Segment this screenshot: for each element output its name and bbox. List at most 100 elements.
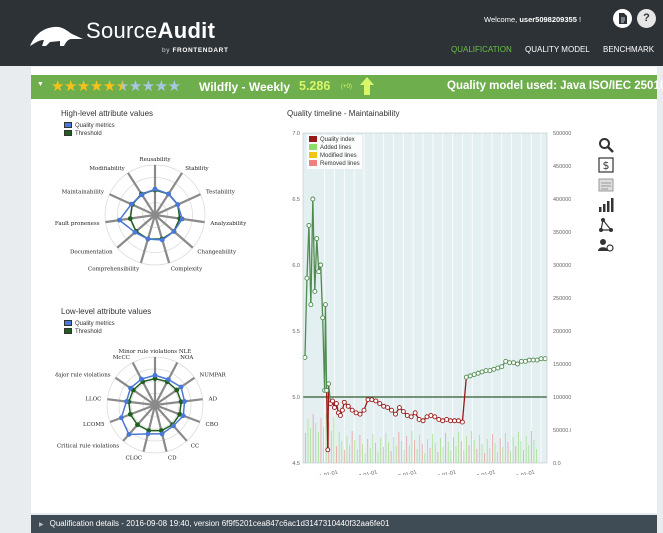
quality-index-point[interactable]	[412, 410, 418, 416]
quality-index-point[interactable]	[518, 358, 524, 364]
quality-index-point[interactable]	[349, 407, 355, 413]
quality-index-point[interactable]	[467, 373, 473, 379]
quality-index-point[interactable]	[456, 418, 461, 424]
quality-index-point[interactable]	[353, 410, 359, 416]
radar-axis-label: McCC	[113, 355, 130, 361]
quality-index-point[interactable]	[339, 407, 345, 413]
nav-quality-model[interactable]: QUALITY MODEL	[525, 45, 590, 54]
quality-index-point[interactable]	[522, 358, 528, 364]
quality-index-point[interactable]	[534, 357, 540, 363]
users-icon[interactable]	[598, 237, 614, 253]
expand-caret-icon[interactable]: ▶	[39, 522, 44, 528]
quality-index-point[interactable]	[341, 399, 347, 405]
quality-index-point[interactable]	[302, 354, 308, 360]
quality-index-point[interactable]	[325, 447, 331, 453]
quality-index-point[interactable]	[326, 381, 332, 387]
quality-index-point[interactable]	[495, 365, 501, 371]
quality-index-point[interactable]	[526, 357, 532, 363]
quality-index-point[interactable]	[487, 368, 493, 374]
network-icon[interactable]	[598, 217, 614, 233]
quality-index-point[interactable]	[515, 361, 520, 367]
summary-bar[interactable]: ▼ ★★★★★★★★★★ Wildfly - Weekly 5.286 (+0)…	[31, 75, 663, 99]
quality-index-point[interactable]	[310, 196, 316, 202]
quality-timeline-chart[interactable]: 4.5 5.0 5.5 6.0 6.5 7.0 0.0 50000.0 100000.0 1500…	[287, 125, 571, 475]
quality-index-point[interactable]	[511, 360, 516, 366]
report-icon[interactable]	[598, 177, 614, 193]
quality-index-point[interactable]	[436, 416, 442, 422]
quality-index-point[interactable]	[471, 372, 477, 378]
search-icon[interactable]	[598, 137, 614, 153]
logo[interactable]: SourceAudit by FRONTENDART	[28, 14, 268, 58]
quality-index-point[interactable]	[314, 236, 320, 242]
quality-index-point[interactable]	[332, 405, 337, 411]
quality-index-point[interactable]	[385, 405, 391, 411]
collapse-caret-icon[interactable]: ▼	[37, 81, 44, 88]
quality-index-point[interactable]	[491, 366, 497, 372]
quality-index-point[interactable]	[452, 418, 457, 424]
top-header: SourceAudit by FRONTENDART Welcome, user…	[0, 0, 663, 66]
quality-index-point[interactable]	[377, 401, 383, 407]
quality-index-point[interactable]	[389, 407, 394, 413]
activity-bar	[346, 436, 348, 463]
quality-index-point[interactable]	[334, 401, 339, 407]
quality-index-point[interactable]	[345, 403, 351, 409]
quality-index-point[interactable]	[308, 302, 314, 308]
legend-item-quality-metrics: Quality metrics	[64, 122, 115, 130]
quality-index-point[interactable]	[483, 368, 489, 374]
quality-index-point[interactable]	[320, 315, 326, 321]
quality-index-point[interactable]	[408, 414, 414, 420]
quality-index-point[interactable]	[507, 360, 513, 366]
quality-index-point[interactable]	[393, 411, 398, 417]
logo-subtitle: by FRONTENDART	[162, 47, 229, 54]
quality-index-point[interactable]	[440, 418, 446, 424]
help-button[interactable]: ?	[637, 9, 656, 28]
quality-index-point[interactable]	[404, 413, 410, 418]
quality-index-point[interactable]	[322, 302, 328, 308]
y2-tick-label: 150000.0	[553, 362, 571, 368]
quality-index-point[interactable]	[479, 369, 485, 375]
quality-index-point[interactable]	[448, 418, 454, 424]
quality-index-point[interactable]	[361, 407, 367, 413]
dollar-icon[interactable]: $	[598, 157, 614, 173]
quality-index-point[interactable]	[530, 357, 536, 363]
quality-index-point[interactable]	[381, 403, 387, 409]
quality-index-point[interactable]	[432, 414, 438, 420]
quality-index-point[interactable]	[316, 269, 322, 275]
quality-index-point[interactable]	[369, 397, 375, 403]
quality-index-point[interactable]	[416, 416, 422, 422]
quality-index-point[interactable]	[503, 358, 509, 364]
quality-index-point[interactable]	[304, 275, 310, 281]
quality-index-point[interactable]	[428, 413, 434, 418]
nav-benchmark[interactable]: BENCHMARK	[603, 45, 654, 54]
quality-index-point[interactable]	[499, 364, 505, 370]
radar-axis-label: CD	[168, 455, 177, 461]
quality-index-point[interactable]	[542, 356, 548, 362]
rating-star: ★	[141, 78, 155, 95]
quality-index-point[interactable]	[444, 416, 450, 422]
quality-index-point[interactable]	[337, 413, 343, 418]
quality-index-point[interactable]	[312, 288, 318, 294]
qualification-details-bar[interactable]: ▶ Qualification details - 2016-09-08 19:4…	[31, 515, 657, 533]
quality-index-point[interactable]	[330, 398, 335, 404]
quality-index-point[interactable]	[306, 222, 312, 228]
quality-index-point[interactable]	[318, 262, 324, 268]
quality-index-point[interactable]	[324, 387, 330, 393]
quality-index-point[interactable]	[365, 397, 371, 403]
username[interactable]: user5098209355	[519, 15, 577, 24]
y2-tick-label: 500000.0	[553, 131, 571, 137]
quality-index-point[interactable]	[475, 370, 481, 376]
quality-index-point[interactable]	[538, 356, 544, 362]
quality-index-point[interactable]	[459, 419, 465, 425]
quality-index-point[interactable]	[400, 409, 406, 414]
quality-index-point[interactable]	[373, 398, 379, 404]
quality-index-point[interactable]	[424, 414, 430, 420]
activity-bar	[377, 452, 379, 463]
nav-qualification[interactable]: QUALIFICATION	[451, 45, 512, 54]
quality-index-point[interactable]	[463, 374, 469, 380]
quality-index-point[interactable]	[357, 411, 363, 417]
quality-index-point[interactable]	[420, 418, 426, 424]
activity-bar	[437, 452, 439, 463]
document-button[interactable]	[613, 9, 632, 28]
quality-index-point[interactable]	[396, 405, 402, 411]
bar-chart-icon[interactable]	[598, 197, 614, 213]
